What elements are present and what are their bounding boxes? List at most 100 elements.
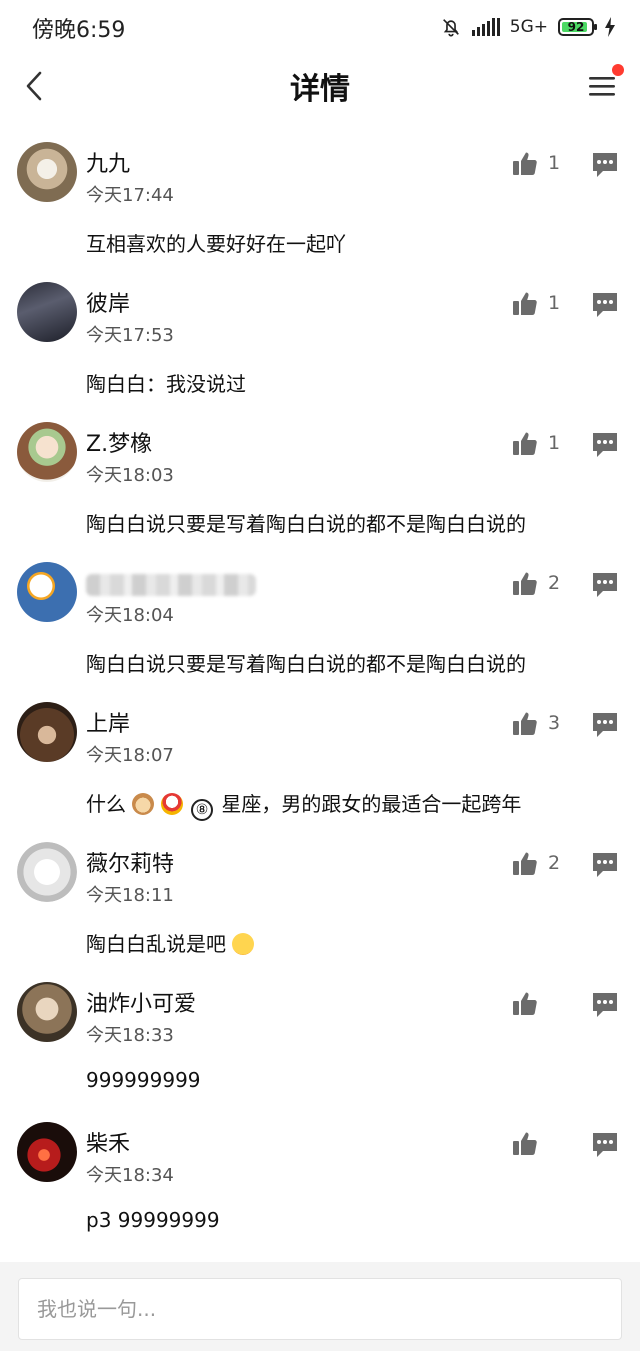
- comment-content: p3 99999999: [86, 1208, 220, 1232]
- circled-number-icon: ⑧: [191, 799, 214, 821]
- username-redacted[interactable]: [86, 574, 256, 596]
- thumbs-up-icon: [513, 992, 537, 1015]
- thumbs-up-icon: [513, 432, 537, 455]
- menu-button[interactable]: [582, 64, 624, 106]
- like-count: 3: [548, 712, 561, 734]
- status-icons: 5G+ 92: [440, 14, 616, 40]
- comment-time: 今天18:07: [86, 745, 174, 766]
- signal-icon: [471, 18, 500, 36]
- like-count: 2: [548, 852, 561, 874]
- comment-item: 九九 今天17:44 1 互相喜欢的人要好好在一起吖: [0, 136, 640, 276]
- like-count: 1: [548, 152, 561, 174]
- thumbs-up-icon: [513, 712, 537, 735]
- thumbs-up-icon: [513, 572, 537, 595]
- nav-bar: 详情: [0, 56, 640, 116]
- menu-icon: [589, 77, 615, 96]
- comment-icon: [593, 993, 617, 1017]
- like-button[interactable]: 3: [512, 710, 560, 736]
- comment-content: 互相喜欢的人要好好在一起吖: [86, 232, 346, 256]
- comment-icon: [593, 713, 617, 737]
- like-button[interactable]: [512, 1130, 560, 1156]
- comment-icon: [593, 573, 617, 597]
- reply-button[interactable]: [590, 990, 620, 1020]
- comment-content: 陶白白乱说是吧: [86, 928, 255, 957]
- username[interactable]: 上岸: [86, 706, 130, 738]
- comment-content: 什么 ⑧ 星座，男的跟女的最适合一起跨年: [86, 788, 521, 821]
- charging-icon: [605, 17, 615, 37]
- comment-icon: [593, 293, 617, 317]
- reply-button[interactable]: [590, 850, 620, 880]
- thumbs-up-icon: [513, 292, 537, 315]
- reply-button[interactable]: [590, 150, 620, 180]
- notification-dot: [612, 64, 624, 76]
- comment-time: 今天18:04: [86, 605, 174, 626]
- like-button[interactable]: 1: [512, 430, 560, 456]
- username[interactable]: 彼岸: [86, 286, 130, 318]
- comment-item: 薇尔莉特 今天18:11 2 陶白白乱说是吧: [0, 836, 640, 976]
- comment-list: 九九 今天17:44 1 互相喜欢的人要好好在一起吖 彼岸 今天17:53 1 …: [0, 136, 640, 1256]
- battery-icon: 92: [558, 18, 597, 36]
- content-text: 星座，男的跟女的最适合一起跨年: [221, 792, 522, 816]
- comment-content: 陶白白说只要是写着陶白白说的都不是陶白白说的: [86, 652, 526, 676]
- comment-item: 今天18:04 2 陶白白说只要是写着陶白白说的都不是陶白白说的: [0, 556, 640, 696]
- avatar[interactable]: [17, 842, 77, 902]
- mute-bell-icon: [442, 19, 459, 37]
- comment-item: 上岸 今天18:07 3 什么 ⑧ 星座，男的跟女的最适合一起跨年: [0, 696, 640, 836]
- grin-sweat-emoji-icon: [232, 933, 255, 955]
- comment-content: 陶白白：我没说过: [86, 372, 246, 396]
- dog-emoji-icon: [132, 793, 155, 815]
- avatar[interactable]: [17, 1122, 77, 1182]
- reply-button[interactable]: [590, 290, 620, 320]
- comment-item: 油炸小可爱 今天18:33 999999999: [0, 976, 640, 1116]
- comment-time: 今天18:11: [86, 885, 174, 906]
- like-count: 2: [548, 572, 561, 594]
- like-count: 1: [548, 432, 561, 454]
- username[interactable]: Z.梦橡: [86, 426, 152, 458]
- comment-time: 今天18:03: [86, 465, 174, 486]
- username[interactable]: 九九: [86, 146, 130, 178]
- avatar[interactable]: [17, 282, 77, 342]
- comment-time: 今天18:34: [86, 1165, 174, 1186]
- comment-icon: [593, 433, 617, 457]
- rooster-emoji-icon: [160, 793, 183, 815]
- network-type: 5G+: [509, 17, 548, 37]
- like-count: 1: [548, 292, 561, 314]
- status-time: 傍晚6:59: [32, 18, 126, 43]
- avatar[interactable]: [17, 562, 77, 622]
- comment-content: 陶白白说只要是写着陶白白说的都不是陶白白说的: [86, 512, 526, 536]
- comment-time: 今天17:44: [86, 185, 174, 206]
- thumbs-up-icon: [513, 152, 537, 175]
- avatar[interactable]: [17, 422, 77, 482]
- username[interactable]: 柴禾: [86, 1126, 130, 1158]
- comment-time: 今天18:33: [86, 1025, 174, 1046]
- like-button[interactable]: 2: [512, 850, 560, 876]
- comment-content: 999999999: [86, 1068, 201, 1092]
- like-button[interactable]: [512, 990, 560, 1016]
- content-text: 陶白白乱说是吧: [86, 932, 226, 956]
- content-text: 什么: [86, 792, 126, 816]
- like-button[interactable]: 1: [512, 290, 560, 316]
- comment-icon: [593, 1133, 617, 1157]
- username[interactable]: 薇尔莉特: [86, 846, 174, 878]
- like-button[interactable]: 2: [512, 570, 560, 596]
- reply-button[interactable]: [590, 430, 620, 460]
- comment-item: 彼岸 今天17:53 1 陶白白：我没说过: [0, 276, 640, 416]
- username[interactable]: 油炸小可爱: [86, 986, 196, 1018]
- reply-button[interactable]: [590, 1130, 620, 1160]
- page-title: 详情: [290, 72, 350, 107]
- like-button[interactable]: 1: [512, 150, 560, 176]
- comment-time: 今天17:53: [86, 325, 174, 346]
- avatar[interactable]: [17, 142, 77, 202]
- comment-icon: [593, 153, 617, 177]
- status-bar: 傍晚6:59 5G+ 92: [0, 0, 640, 56]
- avatar[interactable]: [17, 702, 77, 762]
- reply-button[interactable]: [590, 710, 620, 740]
- thumbs-up-icon: [513, 1132, 537, 1155]
- reply-button[interactable]: [590, 570, 620, 600]
- battery-level: 92: [567, 20, 585, 34]
- comment-icon: [593, 853, 617, 877]
- thumbs-up-icon: [513, 852, 537, 875]
- comment-item: 柴禾 今天18:34 p3 99999999: [0, 1116, 640, 1256]
- avatar[interactable]: [17, 982, 77, 1042]
- comment-input[interactable]: [18, 1278, 622, 1340]
